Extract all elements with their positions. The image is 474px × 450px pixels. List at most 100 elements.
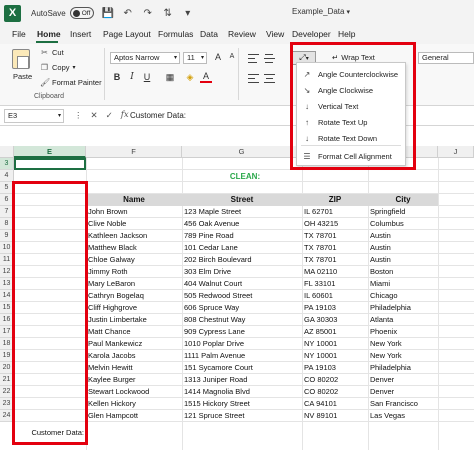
bold-button[interactable]: B: [111, 72, 123, 82]
table-cell[interactable]: John Brown: [88, 206, 182, 218]
table-cell[interactable]: Paul Mankewicz: [88, 338, 182, 350]
font-size-select[interactable]: 11 ▾: [183, 52, 207, 64]
more-icon[interactable]: ⋮: [74, 110, 83, 121]
table-cell[interactable]: AZ 85001: [304, 326, 366, 338]
redo-icon[interactable]: ↷: [142, 7, 154, 19]
table-cell[interactable]: IL 62701: [304, 206, 366, 218]
save-icon[interactable]: 💾: [101, 7, 113, 19]
table-cell[interactable]: Kaylee Burger: [88, 374, 182, 386]
table-cell[interactable]: 123 Maple Street: [184, 206, 300, 218]
column-header[interactable]: E: [14, 146, 86, 158]
shrink-font-button[interactable]: A: [226, 53, 238, 60]
name-box[interactable]: E3 ▾: [4, 109, 64, 123]
table-cell[interactable]: 1111 Palm Avenue: [184, 350, 300, 362]
table-cell[interactable]: Austin: [370, 242, 436, 254]
table-cell[interactable]: Matt Chance: [88, 326, 182, 338]
file-name[interactable]: Example_Data ▾: [292, 7, 350, 16]
table-cell[interactable]: Cliff Highgrove: [88, 302, 182, 314]
table-cell[interactable]: CA 94101: [304, 398, 366, 410]
column-header[interactable]: F: [86, 146, 182, 158]
header-city[interactable]: City: [368, 194, 438, 206]
table-cell[interactable]: 456 Oak Avenue: [184, 218, 300, 230]
align-left-icon[interactable]: [248, 74, 259, 83]
tab-formulas[interactable]: Formulas: [158, 29, 193, 39]
fill-color-icon[interactable]: ◈: [184, 72, 196, 83]
table-cell[interactable]: PA 19103: [304, 362, 366, 374]
copy-button[interactable]: ❐ Copy ▾: [40, 63, 76, 72]
table-cell[interactable]: Cathryn Bogelaq: [88, 290, 182, 302]
table-cell[interactable]: Jimmy Roth: [88, 266, 182, 278]
table-cell[interactable]: New York: [370, 338, 436, 350]
table-cell[interactable]: GA 30303: [304, 314, 366, 326]
table-cell[interactable]: TX 78701: [304, 230, 366, 242]
tab-page-layout[interactable]: Page Layout: [103, 29, 151, 39]
align-top-icon[interactable]: [248, 54, 259, 63]
table-cell[interactable]: Matthew Black: [88, 242, 182, 254]
table-cell[interactable]: 789 Pine Road: [184, 230, 300, 242]
table-cell[interactable]: 505 Redwood Street: [184, 290, 300, 302]
table-cell[interactable]: NV 89101: [304, 410, 366, 422]
table-cell[interactable]: MA 02110: [304, 266, 366, 278]
table-cell[interactable]: CO 80202: [304, 374, 366, 386]
table-cell[interactable]: 1010 Poplar Drive: [184, 338, 300, 350]
tab-insert[interactable]: Insert: [70, 29, 91, 39]
table-cell[interactable]: New York: [370, 350, 436, 362]
table-cell[interactable]: 1414 Magnolia Blvd: [184, 386, 300, 398]
row-header[interactable]: 3: [0, 158, 14, 170]
header-name[interactable]: Name: [86, 194, 182, 206]
table-cell[interactable]: 909 Cypress Lane: [184, 326, 300, 338]
font-name-select[interactable]: Aptos Narrow ▾: [110, 52, 180, 64]
cut-button[interactable]: ✂ Cut: [40, 48, 64, 57]
grow-font-button[interactable]: A: [212, 52, 224, 62]
table-cell[interactable]: Boston: [370, 266, 436, 278]
column-header[interactable]: J: [438, 146, 474, 158]
active-cell-e3[interactable]: [14, 158, 86, 170]
table-cell[interactable]: 101 Cedar Lane: [184, 242, 300, 254]
table-cell[interactable]: Kellen Hickory: [88, 398, 182, 410]
select-all-corner[interactable]: [0, 146, 14, 158]
table-cell[interactable]: Glen Hampcott: [88, 410, 182, 422]
table-cell[interactable]: CO 80202: [304, 386, 366, 398]
table-cell[interactable]: Austin: [370, 254, 436, 266]
table-cell[interactable]: Columbus: [370, 218, 436, 230]
tab-developer[interactable]: Developer: [292, 29, 331, 39]
table-cell[interactable]: Kathleen Jackson: [88, 230, 182, 242]
autosave-toggle[interactable]: Off: [69, 7, 94, 19]
align-middle-icon[interactable]: [264, 54, 275, 63]
paste-icon[interactable]: [12, 49, 30, 69]
table-cell[interactable]: FL 33101: [304, 278, 366, 290]
tab-help[interactable]: Help: [338, 29, 355, 39]
paste-button[interactable]: Paste: [13, 72, 32, 81]
table-cell[interactable]: 1313 Juniper Road: [184, 374, 300, 386]
table-cell[interactable]: 1515 Hickory Street: [184, 398, 300, 410]
tab-view[interactable]: View: [266, 29, 284, 39]
tab-home[interactable]: Home: [37, 29, 61, 39]
table-cell[interactable]: 303 Elm Drive: [184, 266, 300, 278]
tab-file[interactable]: File: [12, 29, 26, 39]
number-format-select[interactable]: General: [418, 52, 474, 64]
table-cell[interactable]: 151 Sycamore Court: [184, 362, 300, 374]
table-cell[interactable]: Atlanta: [370, 314, 436, 326]
table-cell[interactable]: Phoenix: [370, 326, 436, 338]
table-cell[interactable]: Philadelphia: [370, 302, 436, 314]
table-cell[interactable]: Stewart Lockwood: [88, 386, 182, 398]
table-cell[interactable]: San Francisco: [370, 398, 436, 410]
enter-icon[interactable]: ✓: [106, 110, 113, 121]
borders-icon[interactable]: ▦: [164, 72, 176, 83]
table-cell[interactable]: Chicago: [370, 290, 436, 302]
table-cell[interactable]: Philadelphia: [370, 362, 436, 374]
italic-button[interactable]: I: [126, 72, 138, 82]
table-cell[interactable]: 202 Birch Boulevard: [184, 254, 300, 266]
format-painter-button[interactable]: 🖌 Format Painter: [40, 78, 102, 87]
table-cell[interactable]: OH 43215: [304, 218, 366, 230]
table-cell[interactable]: PA 19103: [304, 302, 366, 314]
undo-icon[interactable]: ↶: [122, 7, 134, 19]
font-color-button[interactable]: A: [200, 71, 212, 83]
formula-input[interactable]: Customer Data:: [130, 111, 186, 120]
underline-button[interactable]: U: [141, 72, 153, 82]
insert-function-icon[interactable]: fx: [121, 110, 129, 121]
header-street[interactable]: Street: [182, 194, 302, 206]
table-cell[interactable]: Las Vegas: [370, 410, 436, 422]
table-cell[interactable]: 121 Spruce Street: [184, 410, 300, 422]
column-header[interactable]: G: [182, 146, 302, 158]
